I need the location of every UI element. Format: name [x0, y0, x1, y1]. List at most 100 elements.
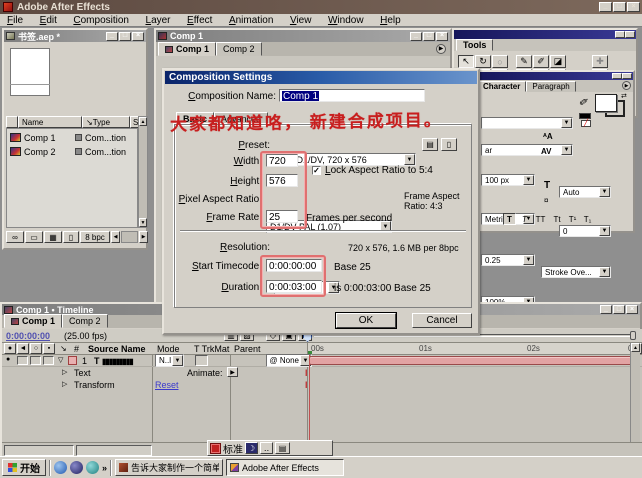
fill-swatch[interactable]	[595, 94, 617, 112]
quicklaunch-more-icon[interactable]: »	[102, 463, 107, 473]
ime-punct-icon[interactable]: ‥	[260, 442, 273, 454]
col-type[interactable]: ↘ Type	[82, 116, 130, 128]
timeline-maximize-button[interactable]: □	[613, 305, 625, 314]
tab-character[interactable]: Character	[477, 81, 526, 92]
search-icon[interactable]: ∞	[6, 231, 24, 243]
keyframe-marker[interactable]: I	[305, 380, 308, 390]
tab-paragraph[interactable]: Paragraph	[526, 81, 575, 92]
num-column-header[interactable]: #	[74, 344, 79, 354]
trkmat-box[interactable]	[195, 355, 208, 366]
eyedropper-icon[interactable]: ✐	[578, 95, 589, 109]
eye-icon[interactable]: ●	[6, 356, 10, 363]
audio-icon[interactable]: ◄	[17, 343, 29, 354]
menu-window[interactable]: Window	[321, 14, 371, 27]
menu-composition[interactable]: Composition	[66, 14, 136, 27]
quicklaunch-media-icon[interactable]	[86, 461, 99, 474]
parent-select[interactable]: @ None▼	[266, 354, 312, 367]
comp-tab-comp2[interactable]: Comp 2	[216, 42, 262, 56]
lock-aspect-checkbox[interactable]: ✓	[312, 166, 321, 175]
bit-depth-button[interactable]: 8 bpc	[80, 231, 110, 243]
project-close-button[interactable]: ×	[132, 32, 144, 41]
timeline-tab-comp2[interactable]: Comp 2	[62, 314, 108, 328]
character-titlebar[interactable]: ▬ ×	[475, 72, 633, 80]
twirl-icon[interactable]: ▷	[62, 380, 67, 388]
hscroll-right-icon[interactable]: ▶	[139, 231, 148, 243]
menu-animation[interactable]: Animation	[222, 14, 280, 27]
comp-minimize-button[interactable]: _	[410, 32, 422, 41]
tools-tab[interactable]: Tools	[456, 39, 493, 51]
delete-preset-icon[interactable]: ▯	[441, 138, 457, 151]
font-family-select[interactable]: ▼	[481, 117, 573, 129]
project-maximize-button[interactable]: □	[119, 32, 131, 41]
superscript-button[interactable]: T¹	[566, 213, 579, 225]
quicklaunch-desktop-icon[interactable]	[70, 461, 83, 474]
timeline-vscrollbar[interactable]: ▲	[630, 343, 640, 442]
solo-toggle[interactable]	[30, 356, 41, 365]
clone-stamp-tool-icon[interactable]: ✐	[533, 55, 549, 68]
project-vscrollbar[interactable]: ▲ ▼	[138, 116, 148, 228]
stroke-style-select[interactable]: Stroke Ove...▼	[541, 266, 611, 278]
no-fill-swatch[interactable]: ╱	[581, 120, 591, 127]
comp-titlebar[interactable]: Comp 1 _ □ ×	[156, 30, 450, 42]
close-button[interactable]: ×	[627, 2, 640, 12]
label-column-icon[interactable]: ↘	[60, 344, 67, 353]
subscript-button[interactable]: T₁	[581, 213, 594, 225]
ime-mode-label[interactable]: 标准	[223, 441, 243, 456]
ime-halfwidth-icon[interactable]: ☽	[245, 442, 258, 454]
orbit-tool-icon[interactable]: ○	[492, 55, 508, 68]
black-swatch[interactable]	[579, 113, 591, 119]
leading-field[interactable]: Auto▼	[559, 186, 611, 198]
audio-toggle[interactable]	[17, 356, 28, 365]
ime-keyboard-icon[interactable]: ▤	[275, 442, 290, 454]
trkmat-header[interactable]: T TrkMat	[194, 344, 229, 354]
menu-help[interactable]: Help	[373, 14, 408, 27]
faux-italic-button[interactable]: T	[518, 213, 531, 225]
quicklaunch-ie-icon[interactable]	[54, 461, 67, 474]
character-minimize-button[interactable]: ▬	[612, 73, 622, 79]
menu-file[interactable]: File	[0, 14, 30, 27]
current-timecode[interactable]: 0:00:00:00	[6, 331, 50, 341]
eraser-tool-icon[interactable]: ◪	[550, 55, 566, 68]
font-style-select[interactable]: ar▼	[481, 144, 573, 156]
font-size-field[interactable]: 100 px▼	[481, 174, 535, 186]
task-button-after-effects[interactable]: Adobe After Effects	[226, 459, 344, 476]
solo-icon[interactable]: ○	[30, 343, 42, 354]
keyframe-marker[interactable]: I	[305, 368, 308, 378]
chevron-down-icon[interactable]: ▼	[561, 118, 572, 128]
blend-mode-select[interactable]: N..l▼	[155, 354, 184, 367]
comp-close-button[interactable]: ×	[436, 32, 448, 41]
comp-maximize-button[interactable]: □	[423, 32, 435, 41]
character-close-button[interactable]: ×	[622, 73, 632, 79]
ime-language-icon[interactable]	[210, 443, 221, 454]
property-row-transform[interactable]: ▷ Transform Reset	[2, 379, 307, 391]
tools-minimize-button[interactable]: ▬	[615, 31, 625, 38]
comp-tab-comp1[interactable]: Comp 1	[158, 42, 216, 56]
minimize-button[interactable]: _	[599, 2, 612, 12]
new-folder-icon[interactable]: ▭	[25, 231, 43, 243]
layer-row[interactable]: ● ▽ 1 T ▮▮▮▮▮▮▮▮▮ N..l▼ @ None▼	[2, 355, 642, 367]
faux-bold-button[interactable]: T	[503, 213, 516, 225]
composition-name-input[interactable]: Comp 1	[279, 89, 425, 102]
swap-fill-stroke-icon[interactable]: ⇄	[621, 92, 627, 100]
save-preset-icon[interactable]: ▤	[422, 138, 438, 151]
selection-tool-icon[interactable]: ↖	[458, 55, 474, 68]
tools-titlebar[interactable]: ▬ ×	[454, 30, 636, 39]
timeline-close-button[interactable]: ×	[626, 305, 638, 314]
layer-duration-bar[interactable]	[309, 356, 637, 365]
lock-icon[interactable]: ▪	[43, 343, 55, 354]
col-name[interactable]: Name	[18, 116, 82, 128]
source-name-header[interactable]: Source Name	[88, 344, 146, 354]
trash-icon[interactable]: ▯	[63, 231, 79, 243]
mode-header[interactable]: Mode	[157, 344, 180, 354]
table-row[interactable]: Comp 2 Com...tion	[7, 145, 137, 158]
new-comp-icon[interactable]: ▦	[44, 231, 62, 243]
chevron-down-icon[interactable]: ▼	[404, 154, 415, 165]
dialog-titlebar[interactable]: Composition Settings	[165, 71, 477, 84]
ok-button[interactable]: OK	[336, 313, 396, 328]
task-button-browser[interactable]: 告诉大家制作一个简单...	[115, 459, 223, 476]
pan-behind-tool-icon[interactable]: ✚	[592, 55, 608, 68]
tools-close-button[interactable]: ×	[625, 31, 635, 38]
twirl-icon[interactable]: ▷	[62, 368, 67, 376]
menu-layer[interactable]: Layer	[139, 14, 178, 27]
expand-arrow-icon[interactable]: ▽	[58, 356, 63, 364]
